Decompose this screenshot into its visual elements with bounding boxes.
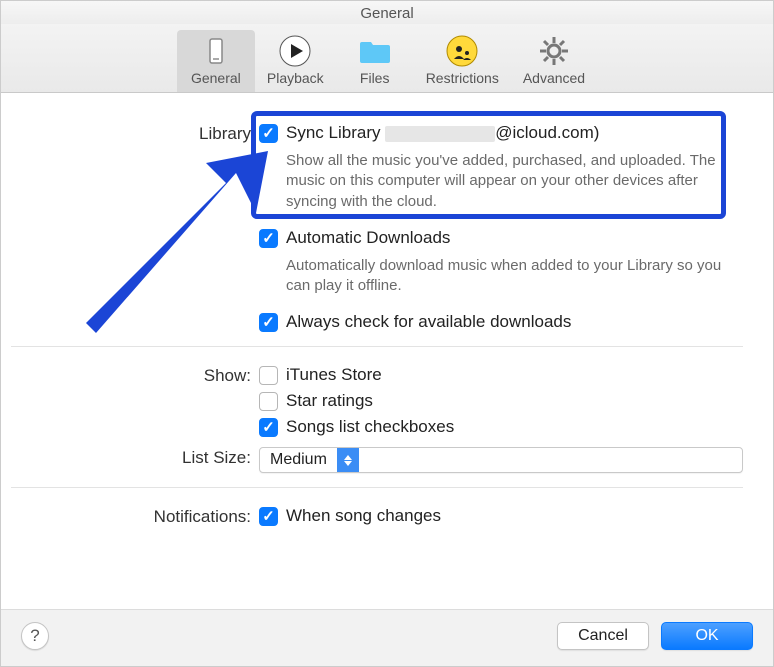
notifications-label: Notifications: <box>11 506 259 527</box>
library-label: Library <box>11 123 259 144</box>
sync-library-checkbox[interactable] <box>259 124 278 143</box>
list-size-select[interactable]: Medium <box>259 447 743 473</box>
auto-downloads-desc: Automatically download music when added … <box>286 256 726 297</box>
tab-label: Playback <box>267 70 324 86</box>
auto-downloads-row: Automatic Downloads <box>259 228 743 248</box>
section-list-size: List Size: Medium <box>11 447 743 473</box>
check-downloads-checkbox[interactable] <box>259 313 278 332</box>
help-button[interactable]: ? <box>21 622 49 650</box>
check-downloads-row: Always check for available downloads <box>259 312 743 332</box>
tab-label: Advanced <box>523 70 585 86</box>
check-downloads-label: Always check for available downloads <box>286 312 571 332</box>
divider <box>11 346 743 347</box>
redacted-email <box>385 126 495 142</box>
auto-downloads-label: Automatic Downloads <box>286 228 450 248</box>
list-size-value: Medium <box>260 451 337 469</box>
ok-button[interactable]: OK <box>661 622 753 650</box>
sync-library-label: Sync Library @icloud.com) <box>286 123 599 143</box>
content-pane: Library Sync Library @icloud.com) Show a… <box>1 93 773 609</box>
divider <box>11 487 743 488</box>
gear-icon <box>537 34 571 68</box>
general-icon <box>199 34 233 68</box>
tab-general[interactable]: General <box>177 30 255 92</box>
songs-list-label: Songs list checkboxes <box>286 417 454 437</box>
show-label: Show: <box>11 365 259 386</box>
tab-advanced[interactable]: Advanced <box>511 30 597 92</box>
play-icon <box>278 34 312 68</box>
itunes-store-checkbox[interactable] <box>259 366 278 385</box>
star-ratings-checkbox[interactable] <box>259 392 278 411</box>
section-library: Library Sync Library @icloud.com) Show a… <box>11 123 743 332</box>
tab-files[interactable]: Files <box>336 30 414 92</box>
tab-label: Files <box>360 70 390 86</box>
window-title: General <box>1 1 773 24</box>
tab-label: General <box>191 70 241 86</box>
footer: ? Cancel OK <box>1 609 773 666</box>
itunes-store-label: iTunes Store <box>286 365 382 385</box>
cancel-button[interactable]: Cancel <box>557 622 649 650</box>
toolbar-tabs: General Playback Files Restrictions Adva… <box>1 24 773 93</box>
sync-library-desc: Show all the music you've added, purchas… <box>286 151 726 212</box>
tab-playback[interactable]: Playback <box>255 30 336 92</box>
folder-icon <box>358 34 392 68</box>
restrictions-icon <box>445 34 479 68</box>
song-changes-checkbox[interactable] <box>259 507 278 526</box>
section-show: Show: iTunes Store Star ratings Songs li… <box>11 365 743 437</box>
tab-label: Restrictions <box>426 70 499 86</box>
sync-library-row: Sync Library @icloud.com) <box>259 123 743 143</box>
songs-list-checkbox[interactable] <box>259 418 278 437</box>
song-changes-label: When song changes <box>286 506 441 526</box>
stepper-arrows-icon <box>337 448 359 472</box>
list-size-label: List Size: <box>11 447 259 468</box>
section-notifications: Notifications: When song changes <box>11 506 743 527</box>
auto-downloads-checkbox[interactable] <box>259 229 278 248</box>
star-ratings-label: Star ratings <box>286 391 373 411</box>
tab-restrictions[interactable]: Restrictions <box>414 30 511 92</box>
preferences-window: General General Playback Files Restricti… <box>0 0 774 667</box>
